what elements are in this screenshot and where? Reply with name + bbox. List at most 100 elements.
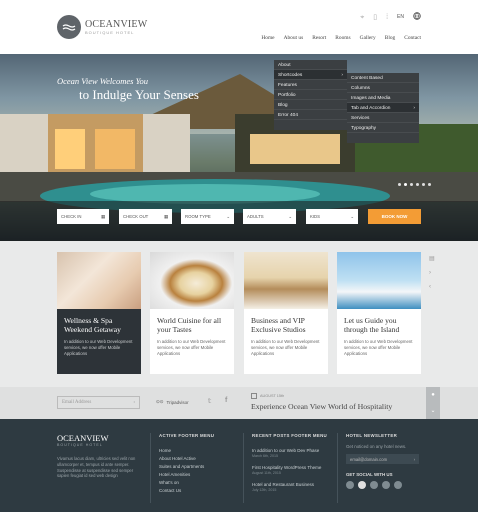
chevron-right-icon[interactable]: › bbox=[429, 266, 435, 280]
footer-post[interactable]: In addition to our Web Dev Phase March 6t… bbox=[252, 448, 332, 459]
map-pin-icon[interactable]: ⌖ bbox=[360, 14, 364, 21]
footer-menu-column: ACTIVE FOOTER MENU Home About Hotel Acti… bbox=[159, 433, 214, 495]
separator-icon: ⁞ bbox=[386, 13, 389, 21]
newsletter-placeholder: email@domain.com bbox=[350, 457, 388, 462]
nav-gallery[interactable]: Gallery bbox=[360, 35, 376, 41]
footer-divider bbox=[150, 433, 151, 503]
twitter-icon[interactable] bbox=[358, 481, 366, 489]
back-to-top-button[interactable]: ● ⌄ bbox=[426, 387, 440, 419]
chevron-right-icon: › bbox=[341, 73, 343, 78]
footer-link-suites[interactable]: Suites and Apartments bbox=[159, 463, 214, 471]
nav-rooms[interactable]: Rooms bbox=[335, 35, 350, 41]
event-title[interactable]: Experience Ocean View World of Hospitali… bbox=[251, 402, 392, 411]
chevron-left-icon[interactable]: ‹ bbox=[429, 280, 435, 294]
card-business[interactable]: Business and VIP Exclusive Studios In ad… bbox=[244, 252, 328, 374]
logo[interactable]: OCEANVIEW BOUTIQUE HOTEL bbox=[57, 15, 147, 39]
menu-item-blog[interactable]: Blog bbox=[274, 100, 347, 110]
newsletter-email-input[interactable]: email@domain.com › bbox=[346, 454, 419, 464]
card-island[interactable]: Let us Guide you through the Island In a… bbox=[337, 252, 421, 374]
card-image-cuisine bbox=[150, 252, 234, 309]
menu-item-shortcodes[interactable]: Shortcodes › bbox=[274, 70, 347, 80]
footer-post[interactable]: Hotel and Restaurant Business July 12th, … bbox=[252, 482, 332, 493]
footer-link-contact[interactable]: Contact Us bbox=[159, 487, 214, 495]
submenu-item-typography[interactable]: Typography bbox=[347, 123, 419, 133]
footer-posts-column: RECENT POSTS FOOTER MENU In addition to … bbox=[252, 433, 332, 494]
chevron-down-icon: ⌄ bbox=[288, 213, 292, 219]
slider-dot[interactable] bbox=[428, 183, 431, 186]
event-date: AUGUST 15th bbox=[260, 394, 285, 398]
card-text: In addition to our Web Development servi… bbox=[251, 338, 320, 356]
menu-item-error-404[interactable]: Error 404 bbox=[274, 110, 347, 120]
footer-tagline: BOUTIQUE HOTEL bbox=[57, 443, 103, 447]
menu-item-portfolio[interactable]: Portfolio bbox=[274, 90, 347, 100]
hero-title: to Indulge Your Senses bbox=[79, 87, 199, 102]
adults-select[interactable]: ADULTS ⌄ bbox=[243, 209, 296, 224]
footer-link-amenities[interactable]: Hotel Amenities bbox=[159, 471, 214, 479]
wave-logo-icon bbox=[57, 15, 81, 39]
footer-post[interactable]: First Hospitality WordPress Theme August … bbox=[252, 465, 332, 476]
slider-dot-active[interactable] bbox=[404, 183, 407, 186]
twitter-icon[interactable]: 𝕥 bbox=[208, 397, 211, 405]
card-wellness[interactable]: Wellness & Spa Weekend Getaway In additi… bbox=[57, 252, 141, 374]
owl-icon: ⊙⊙ bbox=[156, 399, 164, 404]
google-plus-icon[interactable] bbox=[370, 481, 378, 489]
language-selector[interactable]: EN bbox=[397, 14, 404, 20]
globe-icon[interactable] bbox=[413, 12, 421, 22]
post-date: March 6th, 2015 bbox=[252, 453, 278, 458]
phone-icon[interactable]: ▯ bbox=[373, 14, 377, 21]
email-subscribe-input[interactable]: Email Address › bbox=[57, 396, 140, 409]
arrow-right-icon[interactable]: › bbox=[133, 400, 135, 405]
card-body: Wellness & Spa Weekend Getaway In additi… bbox=[57, 309, 141, 374]
hero-window bbox=[55, 129, 85, 169]
submenu-item-images-media[interactable]: Images and Media bbox=[347, 93, 419, 103]
page: OCEANVIEW BOUTIQUE HOTEL ⌖ ▯ ⁞ EN Home A… bbox=[0, 0, 478, 512]
book-now-button[interactable]: BOOK NOW bbox=[368, 209, 421, 224]
nav-home[interactable]: Home bbox=[261, 35, 274, 41]
checkout-field[interactable]: CHECK OUT ▦ bbox=[119, 209, 172, 224]
footer-posts-title: RECENT POSTS FOOTER MENU bbox=[252, 433, 328, 438]
post-title: First Hospitality WordPress Theme bbox=[252, 465, 322, 471]
roomtype-select[interactable]: ROOM TYPE ⌄ bbox=[181, 209, 234, 224]
adults-label: ADULTS bbox=[247, 214, 264, 219]
menu-item-features[interactable]: Features bbox=[274, 80, 347, 90]
nav-blog[interactable]: Blog bbox=[385, 35, 395, 41]
footer-link-whats-on[interactable]: What's on bbox=[159, 479, 214, 487]
roomtype-label: ROOM TYPE bbox=[185, 214, 211, 219]
slider-dot[interactable] bbox=[416, 183, 419, 186]
submenu-item-columns[interactable]: Columns bbox=[347, 83, 419, 93]
facebook-icon[interactable]: f bbox=[225, 397, 227, 404]
card-title: Let us Guide you through the Island bbox=[344, 316, 400, 334]
checkin-label: CHECK IN bbox=[61, 214, 82, 219]
kids-select[interactable]: KIDS ⌄ bbox=[306, 209, 358, 224]
tripadvisor-link[interactable]: ⊙⊙ Tripadvisor bbox=[156, 399, 189, 405]
slider-dots bbox=[398, 183, 431, 186]
nav-resort[interactable]: Resort bbox=[312, 35, 326, 41]
social-title: GET SOCIAL WITH US bbox=[346, 472, 393, 477]
nav-contact[interactable]: Contact bbox=[404, 35, 421, 41]
footer-link-home[interactable]: Home bbox=[159, 447, 214, 455]
arrow-right-icon[interactable]: › bbox=[414, 457, 415, 462]
newsletter-title: HOTEL NEWSLETTER bbox=[346, 433, 398, 438]
submenu-item-services[interactable]: Services bbox=[347, 113, 419, 123]
footer-link-about[interactable]: About Hotel Active bbox=[159, 455, 214, 463]
checkout-label: CHECK OUT bbox=[123, 214, 149, 219]
menu-item-about[interactable]: About bbox=[274, 60, 347, 70]
card-body: Let us Guide you through the Island In a… bbox=[337, 309, 421, 374]
card-cuisine[interactable]: World Cuisine for all your Tastes In add… bbox=[150, 252, 234, 374]
submenu-item-content-based[interactable]: Content Based bbox=[347, 73, 419, 83]
card-body: World Cuisine for all your Tastes In add… bbox=[150, 309, 234, 374]
grid-icon[interactable]: ▤ bbox=[429, 252, 435, 266]
chevron-down-icon: ⌄ bbox=[350, 213, 354, 219]
slider-dot[interactable] bbox=[422, 183, 425, 186]
instagram-icon[interactable] bbox=[394, 481, 402, 489]
slider-dot[interactable] bbox=[410, 183, 413, 186]
facebook-icon[interactable] bbox=[346, 481, 354, 489]
nav-about-us[interactable]: About us bbox=[284, 35, 304, 41]
top-utility-bar: ⌖ ▯ ⁞ EN bbox=[360, 12, 421, 22]
checkin-field[interactable]: CHECK IN ▦ bbox=[57, 209, 109, 224]
slider-dot[interactable] bbox=[398, 183, 401, 186]
linkedin-icon[interactable] bbox=[382, 481, 390, 489]
submenu-item-tab-accordion[interactable]: Tab and Accordion › bbox=[347, 103, 419, 113]
feature-cards: Wellness & Spa Weekend Getaway In additi… bbox=[57, 252, 421, 374]
booking-bar: CHECK IN ▦ CHECK OUT ▦ ROOM TYPE ⌄ ADULTS ⌄ … bbox=[0, 201, 478, 241]
